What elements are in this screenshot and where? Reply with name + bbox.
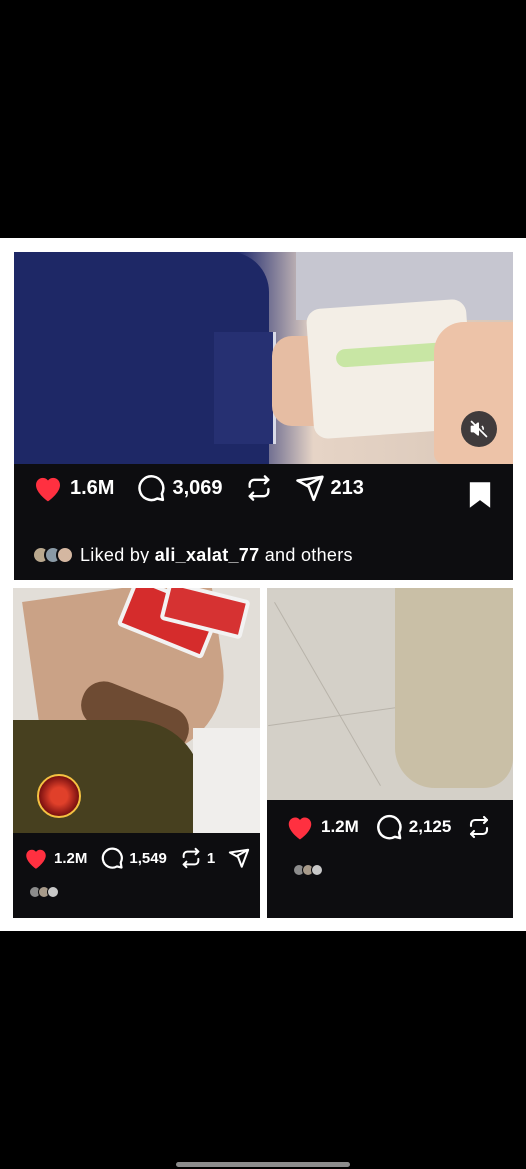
comment-button[interactable]: 1,549	[100, 846, 167, 870]
post-left-video[interactable]	[13, 588, 260, 833]
comment-count: 1,549	[129, 849, 167, 867]
screenshot-collage: 1.6M 3,069 213 Liked by ali_xalat_77 and…	[0, 238, 526, 931]
repost-icon	[248, 475, 270, 501]
like-button[interactable]: 1.6M	[32, 473, 114, 503]
post-main: 1.6M 3,069 213 Liked by ali_xalat_77 and…	[14, 252, 513, 580]
liked-by-avatars	[293, 864, 323, 876]
mute-button[interactable]	[461, 411, 497, 447]
like-count: 1.6M	[70, 476, 115, 499]
post-left-actions: 1.2M 1,549 1	[23, 842, 260, 874]
share-button[interactable]	[228, 846, 250, 870]
liked-by-avatars	[29, 886, 59, 898]
post-left: 1.2M 1,549 1	[13, 588, 260, 918]
liked-by-avatars	[32, 546, 74, 563]
heart-icon	[288, 817, 312, 840]
repost-count: 1	[206, 849, 216, 867]
home-indicator[interactable]	[176, 1162, 350, 1167]
share-count: 213	[330, 476, 364, 499]
post-main-actions: 1.6M 3,069 213	[32, 468, 386, 508]
repost-icon	[182, 847, 200, 869]
post-right: 1.2M 2,125	[267, 588, 513, 918]
comment-button[interactable]: 3,069	[136, 473, 223, 503]
avatar	[56, 546, 74, 563]
comment-icon	[376, 814, 402, 840]
white-sleeve-shape	[193, 728, 260, 833]
like-button[interactable]: 1.2M	[285, 813, 359, 841]
repost-button[interactable]	[467, 813, 491, 841]
avatar	[47, 886, 59, 898]
heart-icon	[26, 849, 46, 869]
repost-icon	[470, 815, 489, 839]
sleeve-shape	[13, 720, 203, 833]
bookmark-icon[interactable]	[467, 481, 493, 509]
cuff-shape	[214, 332, 276, 444]
liked-by-row[interactable]: Liked by ali_xalat_77 and others	[32, 543, 502, 563]
repost-button[interactable]	[245, 473, 273, 503]
post-main-video[interactable]	[14, 252, 513, 464]
share-button[interactable]: 213	[295, 473, 364, 503]
post-right-actions: 1.2M 2,125	[285, 810, 507, 844]
post-right-video[interactable]	[267, 588, 513, 800]
trousers-shape	[395, 588, 513, 788]
like-button[interactable]: 1.2M	[23, 846, 87, 870]
like-count: 1.2M	[54, 849, 88, 867]
comment-count: 2,125	[408, 817, 452, 836]
avatar	[311, 864, 323, 876]
comment-icon	[102, 847, 124, 869]
send-icon	[229, 848, 250, 868]
logo-badge	[37, 774, 81, 818]
liked-by-text: Liked by ali_xalat_77 and others	[80, 545, 353, 563]
comment-button[interactable]: 2,125	[375, 813, 452, 841]
repost-button[interactable]: 1	[180, 846, 215, 870]
send-icon	[295, 475, 324, 502]
heart-icon	[36, 477, 60, 502]
mute-icon	[470, 420, 488, 438]
comment-icon	[138, 475, 165, 502]
comment-count: 3,069	[172, 476, 223, 499]
like-count: 1.2M	[321, 817, 359, 836]
liked-by-username: ali_xalat_77	[154, 545, 260, 563]
